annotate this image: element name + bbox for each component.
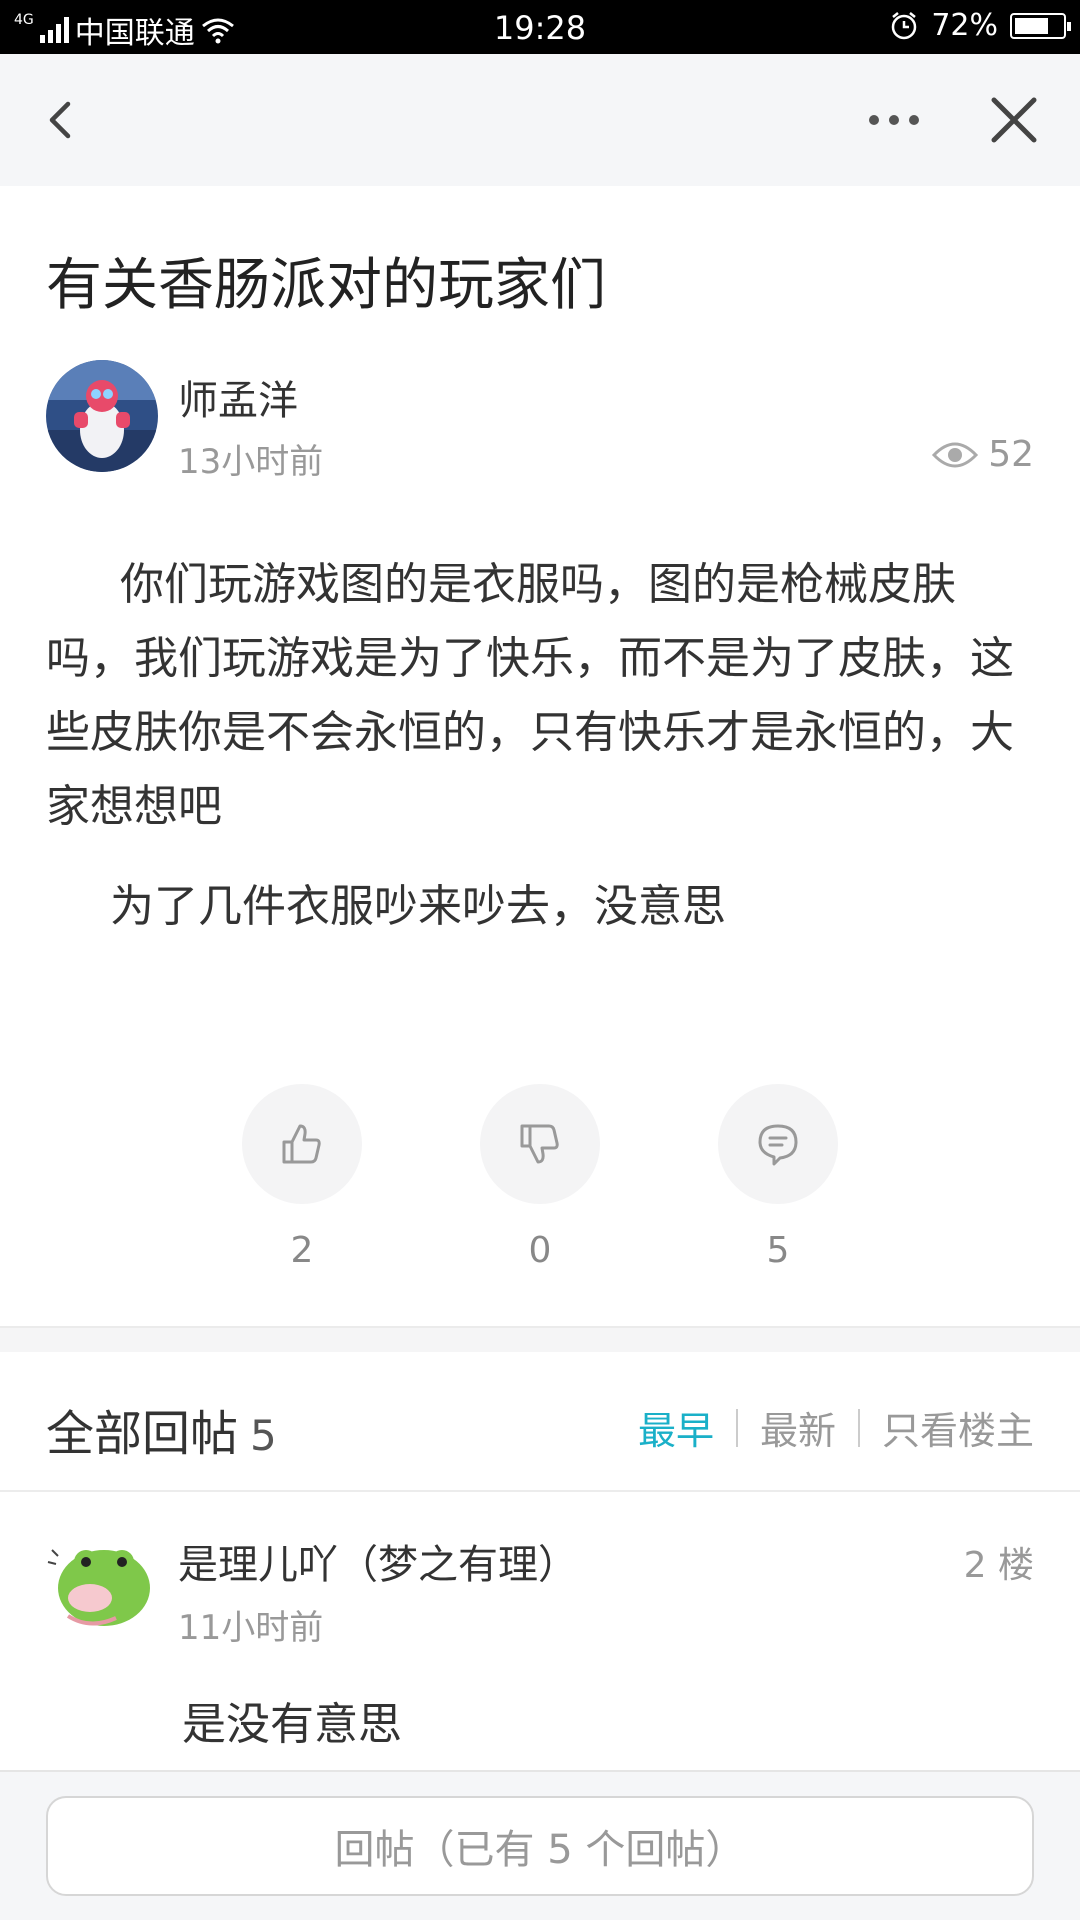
divider: [0, 1490, 1080, 1492]
comment-action: 5: [718, 1084, 838, 1271]
sort-separator: [735, 1408, 738, 1447]
reply-floor: 2 楼: [963, 1545, 1034, 1586]
replies-count: 5: [250, 1411, 277, 1460]
post-content: 你们玩游戏图的是衣服吗，图的是枪械皮肤吗，我们玩游戏是为了快乐，而不是为了皮肤，…: [46, 548, 1036, 944]
replies-title: 全部回帖: [46, 1406, 239, 1462]
dislike-count: 0: [528, 1230, 552, 1271]
reply-input[interactable]: 回帖（已有 5 个回帖）: [46, 1796, 1034, 1896]
comment-count: 5: [766, 1230, 790, 1271]
author-avatar[interactable]: [46, 360, 158, 472]
sort-earliest[interactable]: 最早: [638, 1400, 714, 1455]
alarm-icon: [892, 11, 917, 39]
view-count-value: 52: [988, 434, 1034, 475]
thumbs-down-icon: [520, 1124, 559, 1164]
nav-bar: [0, 54, 1080, 186]
bottom-reply-bar: 回帖（已有 5 个回帖）: [0, 1770, 1080, 1920]
close-icon[interactable]: [984, 90, 1044, 150]
thumbs-up-icon: [282, 1124, 321, 1164]
post-title: 有关香肠派对的玩家们: [46, 253, 606, 318]
status-bar: 4G 中国联通 19:28 72%: [0, 0, 1080, 54]
eye-icon: [932, 442, 979, 467]
sort-options: 最早 最新 只看楼主: [638, 1400, 1034, 1455]
comment-button[interactable]: [718, 1084, 838, 1204]
replies-header: 全部回帖 5: [46, 1394, 277, 1464]
reply-text: 是没有意思: [182, 1699, 402, 1750]
status-right: 72%: [889, 8, 1071, 43]
view-count: 52: [932, 434, 1034, 475]
comment-bubble-icon: [758, 1124, 798, 1166]
section-divider: [0, 1326, 1080, 1352]
sort-latest[interactable]: 最新: [760, 1400, 836, 1455]
sort-owner-only[interactable]: 只看楼主: [882, 1400, 1034, 1455]
post-paragraph: 为了几件衣服吵来吵去，没意思: [110, 881, 726, 932]
battery-percent: 72%: [931, 8, 998, 43]
more-dots-icon[interactable]: [862, 90, 926, 150]
sort-separator: [857, 1408, 860, 1447]
like-button[interactable]: [242, 1084, 362, 1204]
like-action: 2: [242, 1084, 362, 1271]
dislike-button[interactable]: [480, 1084, 600, 1204]
battery-icon: [1010, 12, 1071, 39]
like-count: 2: [290, 1230, 314, 1271]
author-name[interactable]: 师孟洋: [178, 368, 298, 426]
reply-avatar[interactable]: [46, 1536, 158, 1636]
back-chevron-icon[interactable]: [34, 90, 94, 150]
reply-time: 11小时前: [178, 1608, 324, 1648]
post-paragraph: 你们玩游戏图的是衣服吗，图的是枪械皮肤吗，我们玩游戏是为了快乐，而不是为了皮肤，…: [46, 559, 1014, 832]
dislike-action: 0: [480, 1084, 600, 1271]
post-time: 13小时前: [178, 442, 324, 482]
reply-author[interactable]: 是理儿吖（梦之有理）: [178, 1532, 578, 1590]
